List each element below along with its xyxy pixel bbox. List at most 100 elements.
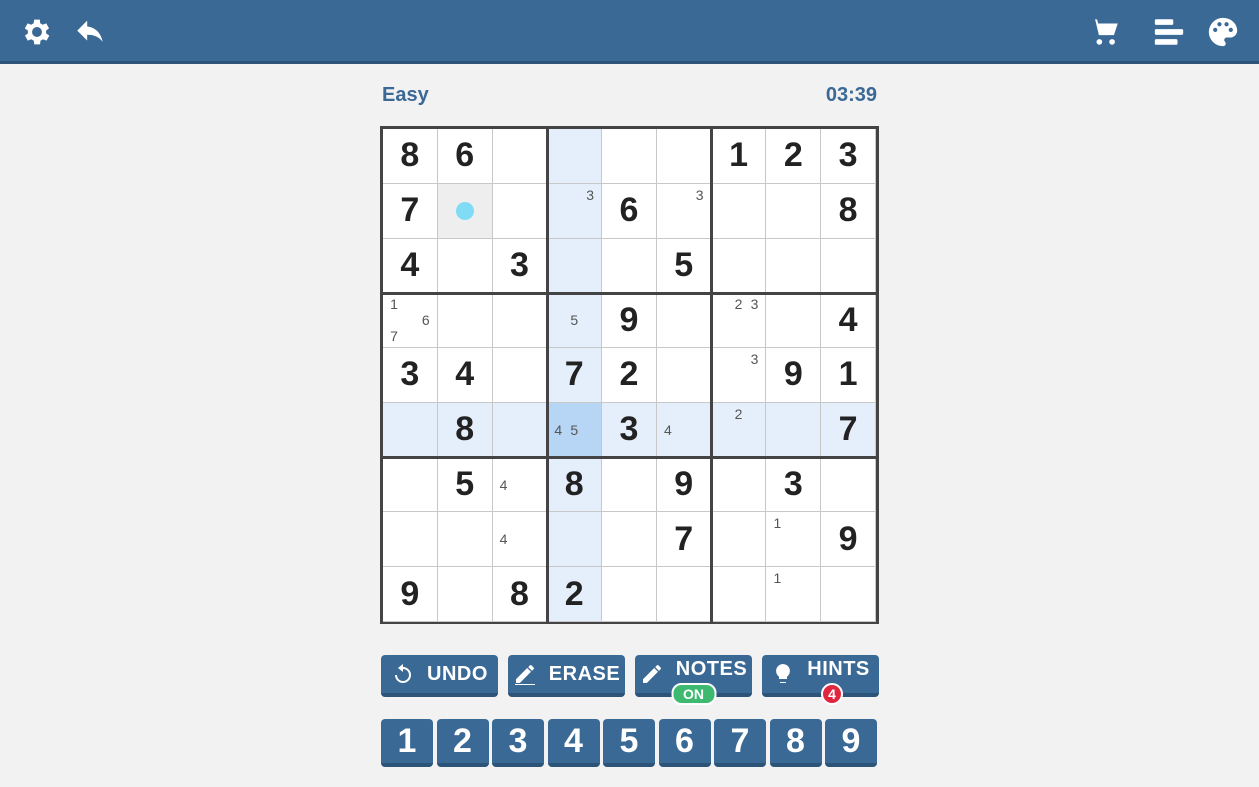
sudoku-cell[interactable]	[602, 567, 657, 622]
bar-chart-icon[interactable]	[1151, 14, 1187, 50]
erase-button[interactable]: ERASE	[508, 655, 625, 697]
number-button-1[interactable]: 1	[381, 719, 433, 767]
sudoku-cell[interactable]	[766, 183, 822, 239]
sudoku-cell[interactable]: 4	[383, 238, 438, 294]
sudoku-cell[interactable]: 9	[602, 293, 657, 349]
sudoku-cell[interactable]	[656, 348, 712, 403]
sudoku-cell[interactable]	[821, 457, 876, 513]
sudoku-cell[interactable]	[437, 512, 493, 568]
sudoku-cell[interactable]: 3	[766, 457, 822, 513]
sudoku-cell[interactable]: 23	[711, 293, 767, 349]
gear-icon[interactable]	[19, 14, 55, 50]
sudoku-cell[interactable]	[602, 238, 657, 294]
sudoku-cell[interactable]	[437, 183, 493, 239]
sudoku-cell[interactable]	[656, 567, 712, 622]
sudoku-cell[interactable]	[711, 238, 767, 294]
palette-icon[interactable]	[1205, 14, 1241, 50]
sudoku-cell[interactable]: 8	[492, 567, 548, 622]
sudoku-cell[interactable]: 45	[547, 402, 603, 458]
sudoku-cell[interactable]: 1 6 7	[383, 293, 438, 349]
sudoku-cell[interactable]	[766, 402, 822, 458]
sudoku-cell[interactable]: 8	[383, 129, 438, 184]
sudoku-cell[interactable]: 9	[383, 567, 438, 622]
sudoku-cell[interactable]	[766, 293, 822, 349]
sudoku-cell[interactable]: 3	[711, 348, 767, 403]
sudoku-cell[interactable]: 9	[821, 512, 876, 568]
sudoku-cell[interactable]: 3	[547, 183, 603, 239]
sudoku-cell[interactable]: 5	[547, 293, 603, 349]
sudoku-cell[interactable]: 2	[547, 567, 603, 622]
sudoku-cell[interactable]	[492, 348, 548, 403]
sudoku-cell[interactable]: 4	[821, 293, 876, 349]
sudoku-cell[interactable]	[656, 129, 712, 184]
sudoku-cell[interactable]	[602, 129, 657, 184]
sudoku-cell[interactable]	[437, 293, 493, 349]
sudoku-cell[interactable]: 4	[492, 457, 548, 513]
sudoku-cell[interactable]: 3	[821, 129, 876, 184]
sudoku-cell[interactable]: 4	[437, 348, 493, 403]
sudoku-cell[interactable]	[711, 457, 767, 513]
sudoku-cell[interactable]	[602, 512, 657, 568]
number-button-4[interactable]: 4	[547, 719, 600, 767]
sudoku-cell[interactable]	[383, 512, 438, 568]
sudoku-cell[interactable]: 4	[656, 402, 712, 458]
sudoku-cell[interactable]: 7	[383, 183, 438, 239]
number-button-3[interactable]: 3	[492, 719, 544, 767]
sudoku-cell[interactable]	[437, 567, 493, 622]
sudoku-cell[interactable]: 6	[602, 183, 657, 239]
cart-icon[interactable]	[1087, 14, 1123, 50]
sudoku-cell[interactable]: 2	[766, 129, 822, 184]
sudoku-cell[interactable]: 3	[383, 348, 438, 403]
sudoku-cell[interactable]	[492, 129, 548, 184]
sudoku-cell[interactable]: 8	[437, 402, 493, 458]
sudoku-cell[interactable]	[437, 238, 493, 294]
number-button-7[interactable]: 7	[714, 719, 766, 767]
number-button-6[interactable]: 6	[658, 719, 711, 767]
sudoku-cell[interactable]: 1	[766, 512, 822, 568]
sudoku-cell[interactable]: 3	[602, 402, 657, 458]
notes-button[interactable]: NOTES ON	[635, 655, 752, 705]
sudoku-cell[interactable]: 7	[821, 402, 876, 458]
sudoku-cell[interactable]: 6	[437, 129, 493, 184]
sudoku-cell[interactable]	[602, 457, 657, 513]
sudoku-cell[interactable]: 1	[711, 129, 767, 184]
sudoku-cell[interactable]: 3	[656, 183, 712, 239]
undo-button[interactable]: UNDO	[381, 655, 498, 697]
sudoku-cell[interactable]	[383, 402, 438, 458]
cell-value: 2	[564, 574, 584, 613]
sudoku-cell[interactable]: 2	[711, 402, 767, 458]
sudoku-cell[interactable]: 7	[656, 512, 712, 568]
sudoku-cell[interactable]: 9	[766, 348, 822, 403]
sudoku-cell[interactable]: 5	[656, 238, 712, 294]
sudoku-cell[interactable]	[547, 238, 603, 294]
sudoku-cell[interactable]	[711, 512, 767, 568]
sudoku-cell[interactable]: 9	[656, 457, 712, 513]
sudoku-cell[interactable]	[383, 457, 438, 513]
sudoku-cell[interactable]: 1	[766, 567, 822, 622]
sudoku-cell[interactable]	[492, 183, 548, 239]
sudoku-cell[interactable]	[766, 238, 822, 294]
sudoku-cell[interactable]	[656, 293, 712, 349]
number-button-9[interactable]: 9	[825, 719, 877, 767]
sudoku-cell[interactable]: 3	[492, 238, 548, 294]
sudoku-cell[interactable]	[711, 567, 767, 622]
sudoku-cell[interactable]: 2	[602, 348, 657, 403]
sudoku-cell[interactable]	[711, 183, 767, 239]
number-button-2[interactable]: 2	[436, 719, 489, 767]
sudoku-cell[interactable]: 4	[492, 512, 548, 568]
number-button-8[interactable]: 8	[769, 719, 822, 767]
number-button-5[interactable]: 5	[603, 719, 655, 767]
sudoku-cell[interactable]	[547, 129, 603, 184]
sudoku-cell[interactable]	[547, 512, 603, 568]
sudoku-cell[interactable]: 8	[821, 183, 876, 239]
back-arrow-icon[interactable]	[72, 14, 108, 50]
sudoku-cell[interactable]: 7	[547, 348, 603, 403]
sudoku-cell[interactable]	[821, 567, 876, 622]
sudoku-cell[interactable]	[492, 402, 548, 458]
sudoku-cell[interactable]: 5	[437, 457, 493, 513]
sudoku-cell[interactable]	[492, 293, 548, 349]
sudoku-cell[interactable]: 8	[547, 457, 603, 513]
sudoku-cell[interactable]: 1	[821, 348, 876, 403]
hints-button[interactable]: HINTS 4	[762, 655, 879, 705]
sudoku-cell[interactable]	[821, 238, 876, 294]
